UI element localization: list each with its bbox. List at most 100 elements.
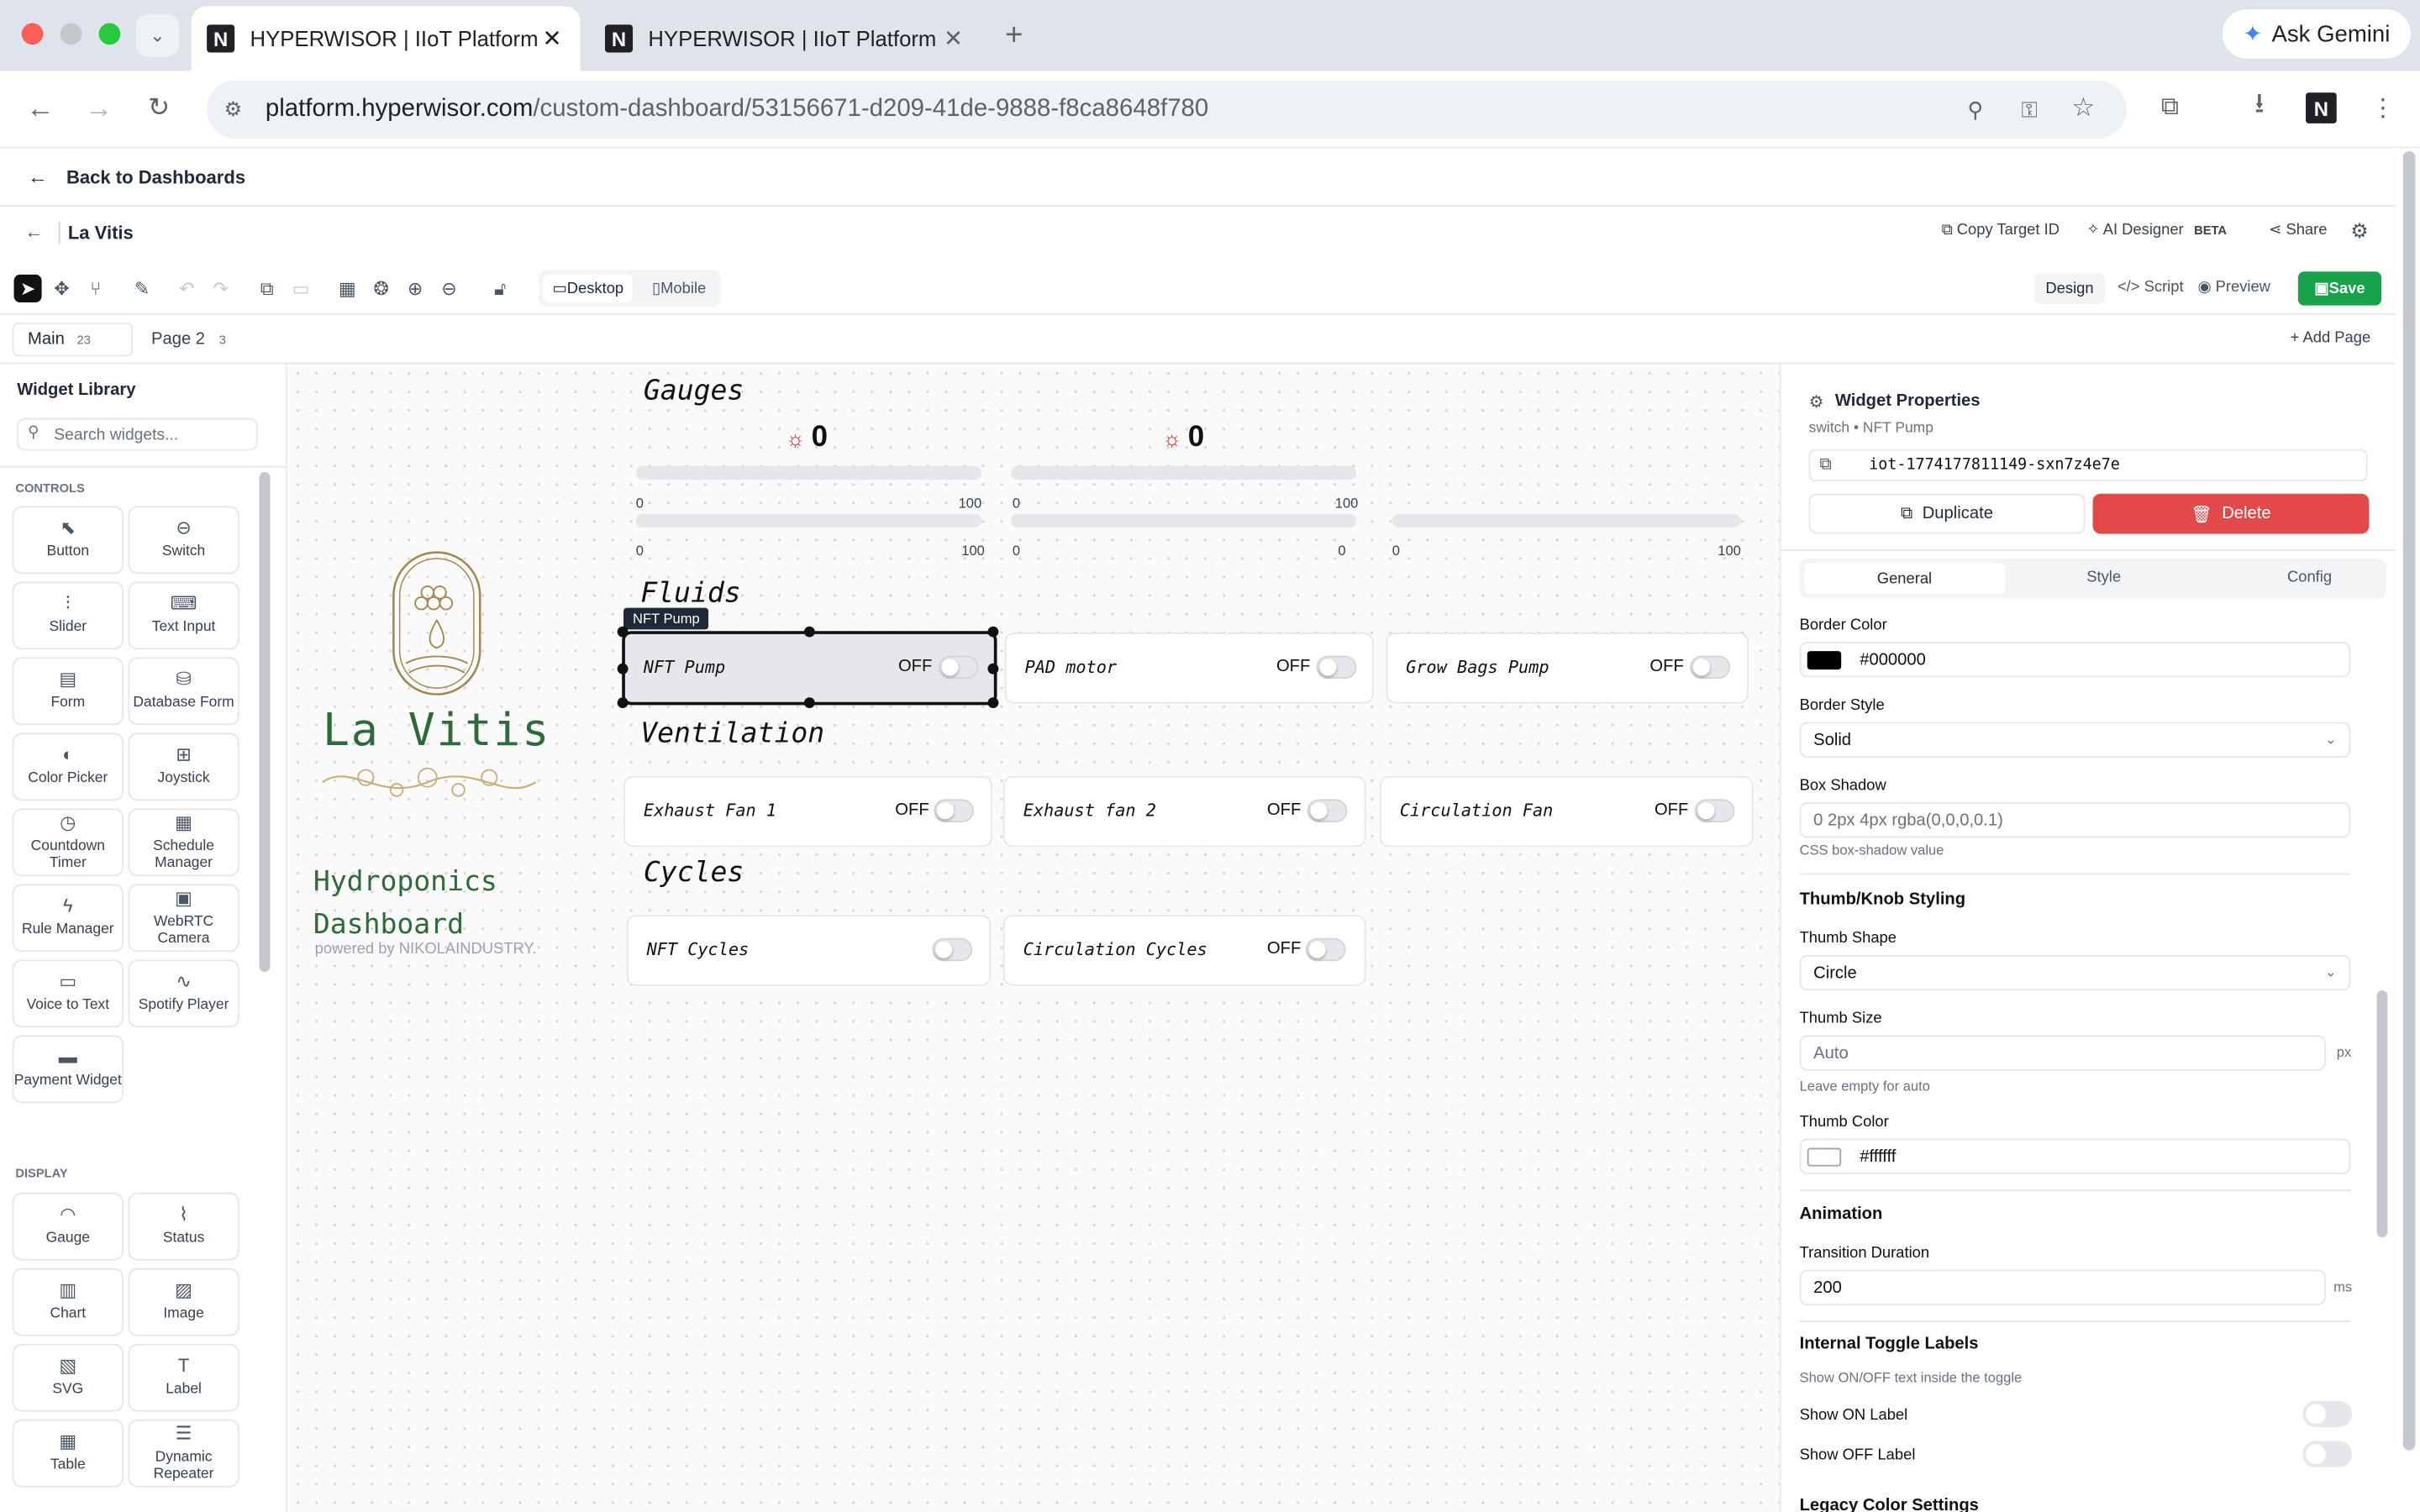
widget-card-chart[interactable]: ▥ Chart — [12, 1268, 124, 1336]
connect-tool-icon[interactable]: ⑂ — [82, 275, 109, 302]
toggle-control[interactable] — [1305, 937, 1346, 962]
toggle-control[interactable] — [1316, 655, 1357, 680]
copy-icon[interactable]: ⧉ — [253, 275, 281, 302]
download-icon[interactable]: ⭳ — [2244, 88, 2275, 123]
widget-card-text-input[interactable]: ⌨ Text Input — [128, 581, 239, 650]
copy-icon[interactable]: ⧉ — [1819, 455, 1831, 475]
toggle-control[interactable] — [1307, 799, 1348, 822]
toggle-control[interactable] — [932, 937, 973, 962]
widget-card-voice-to-text[interactable]: ▭ Voice to Text — [12, 959, 124, 1028]
zoom-out-icon[interactable]: ⊖ — [435, 275, 463, 302]
forward-arrow-icon[interactable]: → — [83, 92, 114, 123]
widget-card-label[interactable]: T Label — [128, 1343, 239, 1412]
switch-pad-motor[interactable]: PAD motor OFF — [1004, 633, 1374, 704]
page-tab-page2[interactable]: Page 2 3 — [151, 330, 226, 349]
thumb-color-field[interactable]: #ffffff — [1799, 1138, 2351, 1174]
paint-tool-icon[interactable]: ✎ — [128, 275, 155, 302]
toggle-control[interactable] — [938, 655, 979, 680]
resize-handle[interactable] — [803, 626, 815, 638]
desktop-button[interactable]: ▭ Desktop — [543, 274, 634, 302]
page-scrollbar-thumb[interactable] — [2402, 150, 2416, 1451]
more-menu-icon[interactable]: ⋮ — [2367, 92, 2398, 123]
switch-grow-bags-pump[interactable]: Grow Bags Pump OFF — [1386, 633, 1749, 704]
ask-gemini-button[interactable]: ✦ Ask Gemini — [2222, 9, 2411, 59]
back-arrow-icon[interactable]: ← — [24, 92, 55, 123]
minimize-window-button[interactable] — [60, 23, 82, 45]
undo-icon[interactable]: ↶ — [173, 275, 201, 302]
delete-button[interactable]: 🗑︎ Delete — [2092, 493, 2370, 534]
border-style-select[interactable]: Solid ⌄ — [1799, 722, 2351, 758]
widget-card-svg[interactable]: ▧ SVG — [12, 1343, 124, 1412]
tab-style[interactable]: Style — [2086, 570, 2121, 586]
zoom-icon[interactable]: ⚲ — [1961, 96, 1989, 123]
widget-card-spotify-player[interactable]: ∿ Spotify Player — [128, 959, 239, 1028]
widget-card-status[interactable]: ⌇ Status — [128, 1192, 239, 1261]
tab-config[interactable]: Config — [2287, 570, 2332, 586]
resize-handle[interactable] — [617, 663, 629, 675]
widget-card-form[interactable]: ▤ Form — [12, 657, 124, 726]
tab-search-icon[interactable]: ⌄ — [135, 13, 180, 57]
browser-tab[interactable]: N HYPERWISOR | IIoT Platform ✕ — [592, 6, 981, 71]
thumb-color-swatch[interactable] — [1807, 1147, 1842, 1166]
border-color-field[interactable]: #000000 — [1799, 642, 2351, 678]
save-button[interactable]: ▣ Save — [2297, 271, 2382, 306]
select-tool-icon[interactable]: ➤ — [13, 274, 42, 302]
resize-handle[interactable] — [987, 697, 999, 709]
widget-card-schedule-manager[interactable]: ▦ Schedule Manager — [128, 808, 239, 877]
dashboard-canvas[interactable]: La Vitis Hydroponics Dashboard powered b… — [288, 364, 1780, 1512]
resize-handle[interactable] — [987, 663, 999, 675]
resize-handle[interactable] — [803, 697, 815, 709]
widget-card-database-form[interactable]: ⛁ Database Form — [128, 657, 239, 726]
tab-general[interactable]: General — [1804, 563, 2005, 595]
close-tab-icon[interactable]: ✕ — [542, 24, 561, 52]
maximize-window-button[interactable] — [98, 23, 121, 45]
resize-handle[interactable] — [987, 626, 999, 638]
settings-gear-icon[interactable]: ⚙ — [2350, 219, 2368, 244]
transition-duration-input[interactable]: 200 — [1799, 1269, 2326, 1305]
copy-target-button[interactable]: ⧉ Copy Target ID — [1942, 222, 2060, 239]
widget-card-payment-widget[interactable]: ▬ Payment Widget — [12, 1035, 124, 1104]
hyperwisor-extension-icon[interactable]: N — [2306, 92, 2337, 123]
resize-handle[interactable] — [617, 626, 629, 638]
widget-card-image[interactable]: ▨ Image — [128, 1268, 239, 1336]
sidebar-scrollbar[interactable] — [259, 472, 271, 973]
new-tab-icon[interactable]: + — [997, 18, 1031, 52]
site-settings-icon[interactable]: ⚙ — [219, 96, 247, 123]
resize-handle[interactable] — [617, 697, 629, 709]
toggle-control[interactable] — [1690, 655, 1730, 680]
widget-card-switch[interactable]: ⊖ Switch — [128, 506, 239, 575]
snap-icon[interactable]: ❂ — [367, 275, 395, 302]
box-shadow-input[interactable]: 0 2px 4px rgba(0,0,0,0.1) — [1799, 802, 2351, 838]
key-icon[interactable]: ⚿ — [2016, 96, 2044, 123]
browser-tab-active[interactable]: N HYPERWISOR | IIoT Platform ✕ — [191, 6, 581, 71]
widget-card-rule-manager[interactable]: ϟ Rule Manager — [12, 884, 124, 953]
widget-card-button[interactable]: ⬉ Button — [12, 506, 124, 575]
back-arrow-icon[interactable]: ← — [28, 165, 48, 189]
widget-id-field[interactable]: ⧉ iot-1774177811149-sxn7z4e7e — [1808, 449, 2368, 482]
design-tab[interactable]: Design — [2033, 273, 2106, 304]
reload-icon[interactable]: ↻ — [144, 92, 175, 123]
lock-icon[interactable]: 🔓︎ — [487, 275, 514, 302]
widget-card-color-picker[interactable]: ◐ Color Picker — [12, 732, 124, 801]
page-scrollbar[interactable] — [2398, 148, 2420, 1512]
toggle-control[interactable] — [934, 799, 974, 822]
toggle-control[interactable] — [1694, 799, 1735, 822]
add-page-button[interactable]: + Add Page — [2291, 330, 2371, 347]
show-off-toggle[interactable] — [2302, 1441, 2353, 1467]
border-color-swatch[interactable] — [1807, 650, 1842, 669]
switch-circulation-fan[interactable]: Circulation Fan OFF — [1380, 775, 1754, 848]
switch-exhaust-fan-1[interactable]: Exhaust Fan 1 OFF — [623, 775, 992, 848]
thumb-size-input[interactable]: Auto — [1799, 1035, 2326, 1071]
paste-icon[interactable]: ▭ — [287, 275, 315, 302]
switch-exhaust-fan-2[interactable]: Exhaust fan 2 OFF — [1002, 775, 1366, 848]
redo-icon[interactable]: ↷ — [207, 275, 234, 302]
ai-designer-button[interactable]: ✧ AI Designer BETA — [2086, 222, 2227, 239]
extensions-icon[interactable]: ⧉ — [2154, 92, 2186, 123]
close-window-button[interactable] — [21, 23, 44, 45]
close-tab-icon[interactable]: ✕ — [944, 24, 963, 52]
show-on-toggle[interactable] — [2302, 1400, 2353, 1427]
preview-tab[interactable]: ◉ Preview — [2197, 279, 2270, 296]
back-arrow-icon[interactable]: ← — [24, 221, 43, 243]
widget-card-slider[interactable]: ⫶ Slider — [12, 581, 124, 650]
switch-nft-pump[interactable]: NFT Pump OFF — [617, 626, 999, 709]
